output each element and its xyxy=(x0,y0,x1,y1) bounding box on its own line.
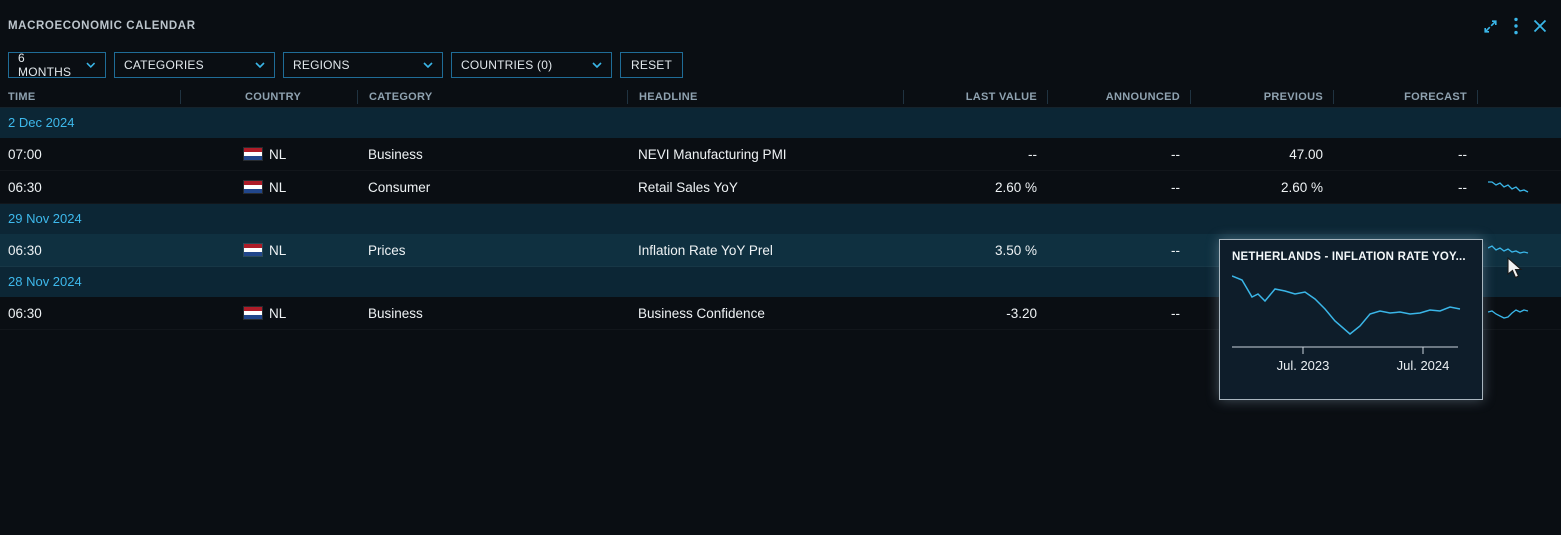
tooltip-x-tick-left: Jul. 2023 xyxy=(1277,358,1330,373)
cell-country: NL xyxy=(180,243,357,258)
kebab-menu-icon[interactable] xyxy=(1514,17,1518,35)
netherlands-flag-icon xyxy=(244,307,262,319)
date-group-row: 29 Nov 2024 xyxy=(0,204,1561,234)
chevron-down-icon xyxy=(423,62,433,68)
cell-category: Prices xyxy=(357,243,627,258)
cell-announced: -- xyxy=(1047,180,1190,195)
cell-last-value: 3.50 % xyxy=(903,243,1047,258)
column-header-category: CATEGORY xyxy=(357,90,627,104)
tooltip-x-tick-right: Jul. 2024 xyxy=(1397,358,1450,373)
cell-category: Business xyxy=(357,147,627,162)
column-header-country: COUNTRY xyxy=(180,90,357,104)
cell-country: NL xyxy=(180,147,357,162)
column-header-headline: HEADLINE xyxy=(627,90,903,104)
cell-headline: Retail Sales YoY xyxy=(627,180,903,195)
cell-time: 06:30 xyxy=(0,243,180,258)
cell-headline: Inflation Rate YoY Prel xyxy=(627,243,903,258)
cell-time: 06:30 xyxy=(0,306,180,321)
categories-dropdown[interactable]: CATEGORIES xyxy=(114,52,275,78)
cell-forecast: -- xyxy=(1333,147,1477,162)
cell-announced: -- xyxy=(1047,243,1190,258)
mouse-cursor xyxy=(1507,257,1525,281)
cell-time: 07:00 xyxy=(0,147,180,162)
cell-previous: 47.00 xyxy=(1190,147,1333,162)
title-bar: MACROECONOMIC CALENDAR xyxy=(0,0,1561,52)
window-actions xyxy=(1482,17,1547,35)
country-code: NL xyxy=(269,306,286,321)
macro-calendar-panel: MACROECONOMIC CALENDAR xyxy=(0,0,1561,535)
column-header-previous: PREVIOUS xyxy=(1190,90,1333,104)
cell-sparkline[interactable] xyxy=(1477,305,1561,321)
date-group-row: 2 Dec 2024 xyxy=(0,108,1561,138)
column-header-forecast: FORECAST xyxy=(1333,90,1477,104)
chevron-down-icon xyxy=(86,62,96,68)
table-row[interactable]: 07:00 NL Business NEVI Manufacturing PMI… xyxy=(0,138,1561,171)
netherlands-flag-icon xyxy=(244,148,262,160)
period-dropdown-value: 6 MONTHS xyxy=(18,51,78,79)
country-code: NL xyxy=(269,243,286,258)
column-header-sparkline xyxy=(1477,90,1561,104)
chevron-down-icon xyxy=(255,62,265,68)
country-code: NL xyxy=(269,180,286,195)
expand-icon[interactable] xyxy=(1482,18,1499,35)
tooltip-chart-series xyxy=(1232,276,1460,334)
chart-tooltip: NETHERLANDS - INFLATION RATE YOY... Jul.… xyxy=(1219,239,1483,400)
cell-country: NL xyxy=(180,306,357,321)
netherlands-flag-icon xyxy=(244,181,262,193)
filter-bar: 6 MONTHS CATEGORIES REGIONS COUNTRIES (0… xyxy=(8,52,1561,78)
cell-sparkline[interactable] xyxy=(1477,242,1561,258)
sparkline-chart-icon xyxy=(1488,179,1530,195)
sparkline-chart-icon xyxy=(1488,305,1530,321)
table-row[interactable]: 06:30 NL Consumer Retail Sales YoY 2.60 … xyxy=(0,171,1561,204)
tooltip-line-chart: Jul. 2023 Jul. 2024 xyxy=(1232,269,1472,377)
netherlands-flag-icon xyxy=(244,244,262,256)
cell-category: Business xyxy=(357,306,627,321)
country-code: NL xyxy=(269,147,286,162)
page-title: MACROECONOMIC CALENDAR xyxy=(8,20,196,32)
cell-forecast: -- xyxy=(1333,180,1477,195)
column-header-announced: ANNOUNCED xyxy=(1047,90,1190,104)
reset-button[interactable]: RESET xyxy=(620,52,683,78)
tooltip-title: NETHERLANDS - INFLATION RATE YOY... xyxy=(1220,240,1482,265)
cell-announced: -- xyxy=(1047,306,1190,321)
cell-category: Consumer xyxy=(357,180,627,195)
table-header: TIME COUNTRY CATEGORY HEADLINE LAST VALU… xyxy=(0,87,1561,108)
cell-headline: NEVI Manufacturing PMI xyxy=(627,147,903,162)
chevron-down-icon xyxy=(592,62,602,68)
countries-dropdown[interactable]: COUNTRIES (0) xyxy=(451,52,612,78)
cell-last-value: 2.60 % xyxy=(903,180,1047,195)
cell-country: NL xyxy=(180,180,357,195)
sparkline-chart-icon xyxy=(1488,242,1530,258)
regions-dropdown-value: REGIONS xyxy=(293,58,350,72)
close-icon[interactable] xyxy=(1533,19,1547,33)
cell-announced: -- xyxy=(1047,147,1190,162)
cell-last-value: -- xyxy=(903,147,1047,162)
column-header-time: TIME xyxy=(0,90,180,104)
cell-previous: 2.60 % xyxy=(1190,180,1333,195)
column-header-last-value: LAST VALUE xyxy=(903,90,1047,104)
cell-sparkline[interactable] xyxy=(1477,179,1561,195)
countries-dropdown-value: COUNTRIES (0) xyxy=(461,58,552,72)
cell-last-value: -3.20 xyxy=(903,306,1047,321)
regions-dropdown[interactable]: REGIONS xyxy=(283,52,443,78)
cell-headline: Business Confidence xyxy=(627,306,903,321)
categories-dropdown-value: CATEGORIES xyxy=(124,58,204,72)
cell-time: 06:30 xyxy=(0,180,180,195)
period-dropdown[interactable]: 6 MONTHS xyxy=(8,52,106,78)
